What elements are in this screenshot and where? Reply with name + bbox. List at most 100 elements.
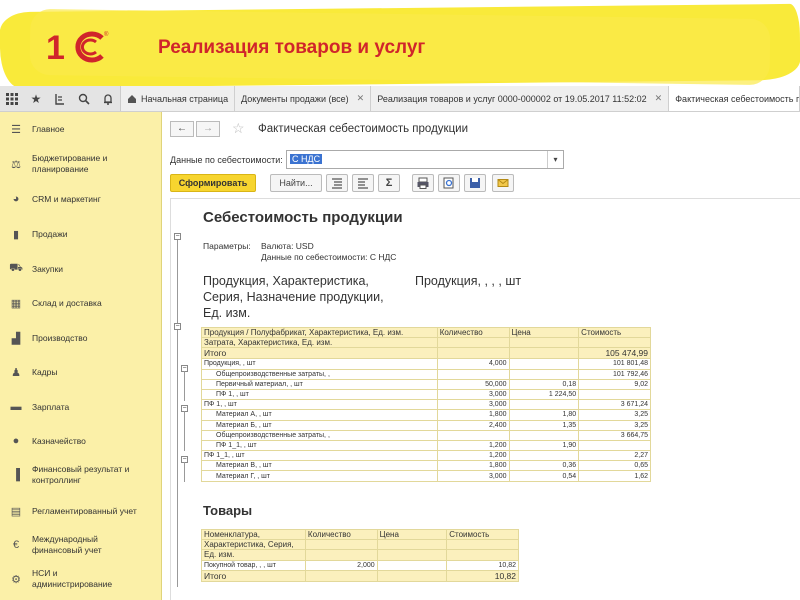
- bars-icon: ▐: [12, 469, 20, 481]
- header-cell: Количество: [304, 528, 378, 541]
- pie-icon: ◕: [12, 193, 20, 205]
- table-row[interactable]: ПФ 1_1, , шт 1,200 1,90: [201, 439, 651, 452]
- sidebar-item-crm[interactable]: ◕ CRM и маркетинг: [0, 193, 162, 205]
- params-label: Параметры:: [203, 241, 251, 251]
- row-qty: 1,800: [436, 460, 510, 472]
- row-price: [508, 368, 580, 380]
- header-cell: Характеристика, Серия,: [201, 539, 306, 551]
- row-name: Первичный материал, , шт: [201, 378, 438, 390]
- table-row[interactable]: ПФ 1, , шт 3,000 1 224,50: [201, 388, 651, 401]
- row-name: ПФ 1, , шт: [201, 399, 438, 411]
- menu-icon: ☰: [11, 124, 21, 136]
- save-icon[interactable]: [464, 174, 486, 192]
- email-icon[interactable]: [492, 174, 514, 192]
- collapse-icon[interactable]: −: [174, 323, 181, 330]
- table-header-row: Продукция / Полуфабрикат, Характеристика…: [201, 326, 651, 339]
- header-cell: Стоимость: [446, 528, 519, 541]
- row-name: Продукция, , шт: [201, 358, 438, 370]
- group-header-line-2: Серия, Назначение продукции,: [203, 290, 384, 304]
- slide-title: Реализация товаров и услуг: [158, 37, 426, 58]
- table-row[interactable]: Материал В, , шт 1,800 0,36 0,65: [201, 460, 651, 472]
- sidebar-item-hr[interactable]: ♟ Кадры: [0, 366, 162, 379]
- tab-sales-invoice[interactable]: Реализация товаров и услуг 0000-000002 о…: [371, 86, 670, 111]
- row-qty: 2,000: [304, 559, 378, 571]
- collapse-icon[interactable]: −: [174, 233, 181, 240]
- table-row[interactable]: Общепроизводственные затраты, , 101 792,4…: [201, 368, 651, 380]
- table-row[interactable]: Общепроизводственные затраты, , 3 664,75: [201, 429, 651, 441]
- close-icon[interactable]: ✕: [655, 93, 663, 104]
- sidebar-item-regulated-accounting[interactable]: ▤ Регламентированный учет: [0, 505, 162, 518]
- tab-actual-cost[interactable]: Фактическая себестоимость продукции: [669, 86, 800, 111]
- header-cell: [578, 337, 651, 349]
- sum-button[interactable]: Σ: [378, 174, 400, 192]
- tab-sales-documents[interactable]: Документы продажи (все) ✕: [235, 86, 372, 111]
- table-row[interactable]: Материал Г, , шт 3,000 0,54 1,62: [201, 470, 651, 482]
- close-icon[interactable]: ✕: [357, 93, 365, 104]
- warehouse-icon: ▦: [10, 298, 22, 310]
- sidebar-item-financial-result[interactable]: ▐ Финансовый результат и контроллинг: [0, 464, 162, 486]
- collapse-groups-icon[interactable]: [352, 174, 374, 192]
- expand-groups-icon[interactable]: [326, 174, 348, 192]
- sidebar-item-warehouse[interactable]: ▦ Склад и доставка: [0, 297, 162, 310]
- svg-text:1: 1: [46, 29, 65, 64]
- search-icon[interactable]: [72, 86, 96, 112]
- table-row[interactable]: ПФ 1, , шт 3,000 3 671,24: [201, 399, 651, 411]
- toolbar-icons: ★: [0, 86, 121, 111]
- dropdown-arrow-icon[interactable]: ▾: [547, 151, 563, 168]
- star-icon[interactable]: ★: [24, 86, 48, 112]
- header-cell: [446, 539, 519, 551]
- header-cell: Затрата, Характеристика, Ед. изм.: [201, 337, 438, 349]
- table-row[interactable]: Материал А, , шт 1,800 1,80 3,25: [201, 409, 651, 421]
- table-row[interactable]: ПФ 1_1, , шт 1,200 2,27: [201, 450, 651, 462]
- sidebar-item-sales[interactable]: ▮ Продажи: [0, 228, 162, 241]
- report-title: Себестоимость продукции: [203, 209, 403, 226]
- row-price: [508, 429, 580, 441]
- bell-icon[interactable]: [96, 86, 120, 112]
- svg-text:®: ®: [104, 31, 109, 38]
- total-cell: [304, 569, 378, 582]
- sidebar-item-main[interactable]: ☰ Главное: [0, 123, 162, 136]
- favorite-star-icon[interactable]: ☆: [232, 120, 245, 137]
- row-cost: [578, 388, 651, 401]
- tree-line: [177, 235, 178, 587]
- row-name: Материал В, , шт: [201, 460, 438, 472]
- row-price: [508, 399, 580, 411]
- back-button[interactable]: ←: [170, 121, 194, 137]
- print-icon[interactable]: [412, 174, 434, 192]
- row-price: 1,80: [508, 409, 580, 421]
- table-row[interactable]: Продукция, , шт 4,000 101 801,48: [201, 358, 651, 370]
- forward-button[interactable]: →: [196, 121, 220, 137]
- cost-data-label: Данные по себестоимости:: [170, 155, 283, 165]
- history-icon[interactable]: [48, 86, 72, 112]
- table-row[interactable]: Материал Б, , шт 2,400 1,35 3,25: [201, 419, 651, 431]
- table-header-row: Ед. изм.: [201, 549, 519, 561]
- grid-icon[interactable]: [0, 86, 24, 112]
- sidebar-item-salary[interactable]: ▬ Зарплата: [0, 401, 162, 413]
- header-cell: Цена: [376, 528, 448, 541]
- row-price: 1 224,50: [508, 388, 580, 401]
- sidebar-item-budgeting[interactable]: ⚖ Бюджетирование и планирование: [0, 153, 162, 175]
- row-price: [376, 559, 448, 571]
- find-button[interactable]: Найти...: [270, 174, 322, 192]
- sidebar-item-purchases[interactable]: ⛟ Закупки: [0, 262, 162, 276]
- table-row[interactable]: Первичный материал, , шт 50,000 0,18 9,02: [201, 378, 651, 390]
- header-cell: Ед. изм.: [201, 549, 306, 561]
- header-cell: [446, 549, 519, 561]
- slide-banner: 1 ® Реализация товаров и услуг: [0, 0, 800, 89]
- row-name: ПФ 1_1, , шт: [201, 439, 438, 452]
- preview-icon[interactable]: [438, 174, 460, 192]
- row-cost: 2,27: [578, 450, 651, 462]
- cost-data-select[interactable]: С НДС ▾: [286, 150, 564, 169]
- tab-label: Реализация товаров и услуг 0000-000002 о…: [377, 93, 647, 104]
- tab-home[interactable]: Начальная страница: [121, 86, 236, 111]
- sidebar-item-admin[interactable]: ⚙ НСИ и администрирование: [0, 568, 162, 590]
- sidebar-item-treasury[interactable]: ● Казначейство: [0, 435, 162, 447]
- table-row[interactable]: Покупной товар, , , шт 2,000 10,82: [201, 559, 519, 571]
- sidebar-item-ifrs[interactable]: € Международный финансовый учет: [0, 534, 162, 556]
- report-area: − − − − − Себестоимость продукции Параме…: [170, 198, 800, 600]
- row-price: [508, 450, 580, 462]
- goods-table: Номенклатура, Количество Цена Стоимость …: [201, 528, 519, 582]
- generate-button[interactable]: Сформировать: [170, 174, 256, 192]
- header-cell: Стоимость: [578, 326, 651, 339]
- sidebar-item-production[interactable]: ▟ Производство: [0, 332, 162, 345]
